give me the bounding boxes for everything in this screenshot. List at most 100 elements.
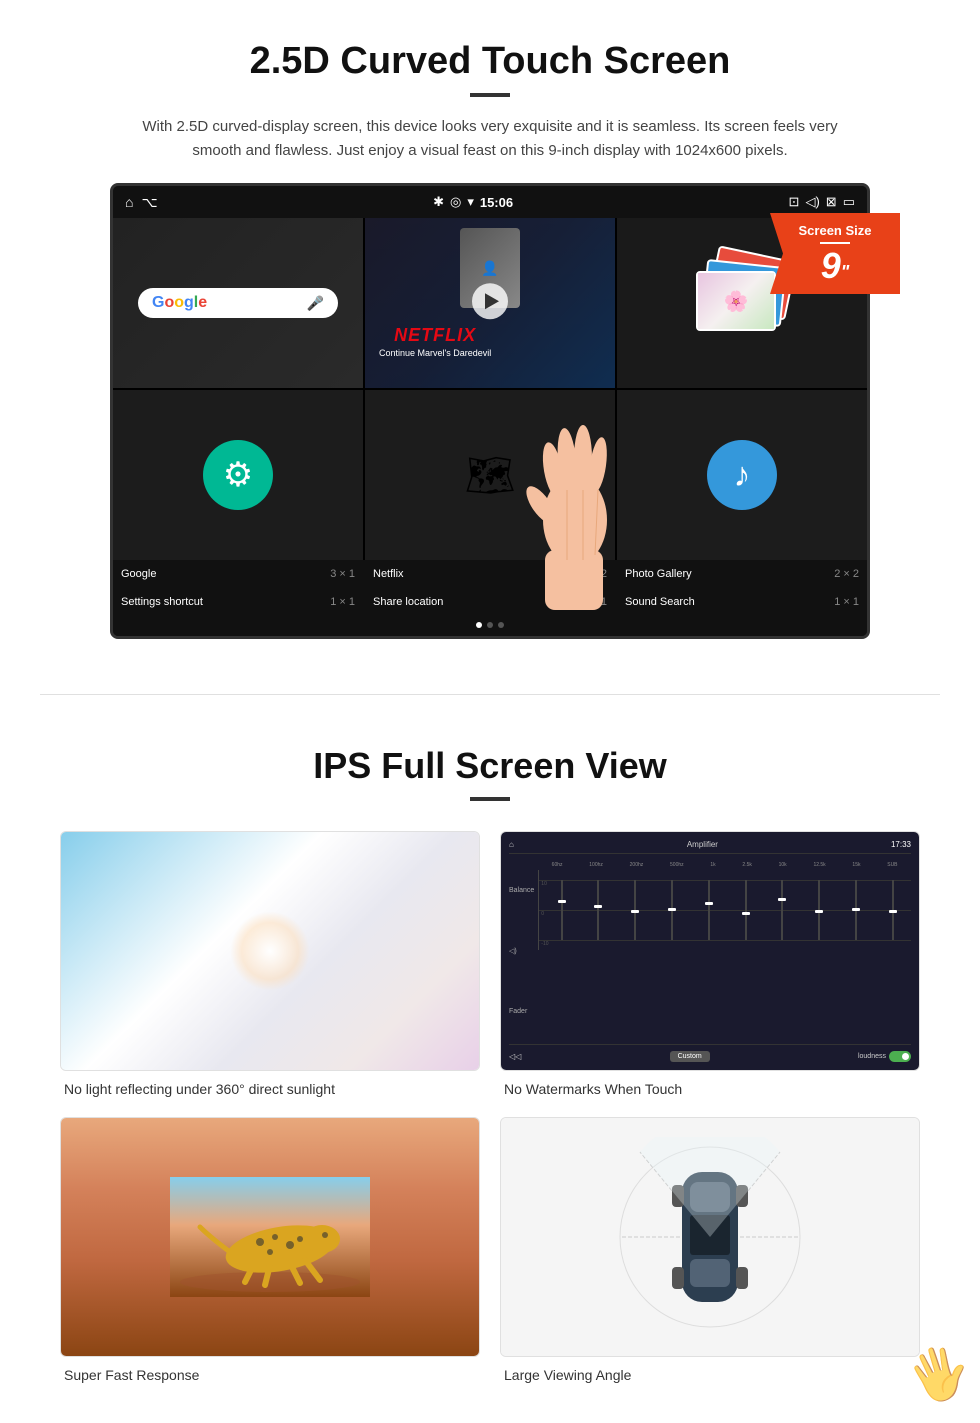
amp-loudness-toggle: [889, 1051, 911, 1062]
amp-eq-sliders: 10 0 -10: [538, 870, 911, 950]
hand-svg: [515, 360, 635, 610]
car-top-svg: [610, 1137, 810, 1337]
feature-label-response: Super Fast Response: [60, 1367, 480, 1383]
sky-visual: [61, 832, 479, 1070]
freq-1k: 1k: [710, 862, 715, 868]
badge-size: 9": [821, 245, 850, 286]
slider-thumb-7: [778, 898, 786, 901]
slider-track-8: [818, 880, 820, 940]
feature-image-amplifier: ⌂ Amplifier 17:33 Balance ◁) Fader: [500, 831, 920, 1071]
netflix-logo-text: NETFLIX: [379, 325, 491, 346]
slider-track-6: [745, 880, 747, 940]
gallery-stack: 🌸: [692, 253, 792, 353]
app-cell-share[interactable]: 🗺: [365, 390, 615, 560]
sound-circle: ♪: [707, 440, 777, 510]
amp-bottom-bar: ◁◁ Custom loudness: [509, 1044, 911, 1062]
google-search-bar[interactable]: Google 🎤: [138, 288, 338, 318]
status-left: ⌂ ⌥: [125, 194, 158, 211]
feature-image-sky: [60, 831, 480, 1071]
sound-label-cell: Sound Search 1 × 1: [617, 594, 867, 610]
slider-thumb-4: [668, 908, 676, 911]
app-labels-row-2: Settings shortcut 1 × 1 Share location 1…: [113, 588, 867, 616]
section1: 2.5D Curved Touch Screen With 2.5D curve…: [0, 0, 980, 664]
play-button[interactable]: [472, 283, 508, 319]
gallery-card-3: 🌸: [696, 271, 776, 331]
section2: IPS Full Screen View No light reflecting…: [0, 725, 980, 1423]
slider-thumb-6: [742, 912, 750, 915]
netflix-subtitle: Continue Marvel's Daredevil: [379, 348, 491, 358]
freq-2-5k: 2.5k: [742, 862, 751, 868]
slider-track-10: [892, 880, 894, 940]
app-cell-sound[interactable]: ♪: [617, 390, 867, 560]
mic-icon: 🎤: [307, 295, 324, 312]
freq-200hz: 200hz: [630, 862, 644, 868]
app-grid: Google 🎤 👤: [113, 218, 867, 560]
feature-image-cheetah: [60, 1117, 480, 1357]
amp-sliders-area: Balance ◁) Fader 60hz 100hz 200hz: [509, 858, 911, 1040]
app-cell-google[interactable]: Google 🎤: [113, 218, 363, 388]
volume-icon: ◁): [805, 194, 819, 210]
feature-label-watermarks: No Watermarks When Touch: [500, 1081, 920, 1097]
freq-sub: SUB: [887, 862, 897, 868]
netflix-label: NETFLIX Continue Marvel's Daredevil: [379, 325, 491, 358]
slider-thumb-3: [631, 910, 639, 913]
settings-app-name: Settings shortcut: [121, 596, 203, 608]
amp-title: Amplifier: [687, 840, 718, 849]
slider-track-4: [671, 880, 673, 940]
bluetooth-icon: ✱: [433, 194, 444, 210]
sound-app-size: 1 × 1: [834, 596, 859, 608]
feature-label-sunlight: No light reflecting under 360° direct su…: [60, 1081, 480, 1097]
section2-divider: [470, 797, 510, 801]
section1-desc: With 2.5D curved-display screen, this de…: [140, 115, 840, 163]
hand-illustration: [515, 360, 635, 560]
amp-loudness-area: loudness: [858, 1051, 911, 1062]
feature-item-watermarks: ⌂ Amplifier 17:33 Balance ◁) Fader: [500, 831, 920, 1097]
feature-image-car: [500, 1117, 920, 1357]
slider-thumb-1: [558, 900, 566, 903]
music-note-icon: ♪: [734, 456, 751, 495]
settings-label-cell: Settings shortcut 1 × 1: [113, 594, 363, 610]
android-mockup: ⌂ ⌥ ✱ ◎ ▾ 15:06 ⊡ ◁) ⊠ ▭: [110, 183, 870, 639]
play-triangle-icon: [485, 293, 499, 309]
netflix-app-name: Netflix: [373, 568, 404, 580]
freq-15k: 15k: [852, 862, 860, 868]
feature-item-sunlight: No light reflecting under 360° direct su…: [60, 831, 480, 1097]
status-center: ✱ ◎ ▾ 15:06: [433, 194, 513, 210]
home-icon: ⌂: [125, 194, 133, 210]
badge-label: Screen Size: [784, 223, 886, 238]
slider-thumb-5: [705, 902, 713, 905]
feature-grid: No light reflecting under 360° direct su…: [60, 831, 920, 1383]
status-right: ⊡ ◁) ⊠ ▭: [789, 194, 855, 210]
cheetah-svg: [170, 1177, 370, 1297]
slider-thumb-2: [594, 905, 602, 908]
dot-1: [476, 622, 482, 628]
feature-item-response: Super Fast Response: [60, 1117, 480, 1383]
google-app-name: Google: [121, 568, 156, 580]
section1-title: 2.5D Curved Touch Screen: [80, 40, 900, 83]
screen-mockup-wrapper: Screen Size 9" ⌂ ⌥ ✱ ◎ ▾ 15:06: [80, 183, 900, 639]
google-label-cell: Google 3 × 1: [113, 566, 363, 582]
gallery-flower: 🌸: [698, 273, 774, 329]
amp-loudness-label: loudness: [858, 1053, 886, 1060]
app-cell-settings[interactable]: ⚙: [113, 390, 363, 560]
slider-track-2: [597, 880, 599, 940]
app-labels-row: Google 3 × 1 Netflix 3 × 2 Photo Gallery…: [113, 560, 867, 588]
slider-track-7: [781, 880, 783, 940]
wifi-icon: ▾: [467, 194, 474, 210]
freq-12-5k: 12.5k: [813, 862, 825, 868]
slider-thumb-8: [815, 910, 823, 913]
google-logo: Google: [152, 294, 207, 312]
section-divider: [40, 694, 940, 695]
location-icon: ◎: [450, 194, 461, 210]
dot-3: [498, 622, 504, 628]
share-app-name: Share location: [373, 596, 443, 608]
amp-freq-labels: 60hz 100hz 200hz 500hz 1k 2.5k 10k 12.5k…: [538, 862, 911, 868]
usb-icon: ⌥: [141, 194, 157, 211]
screen-icon: ▭: [843, 194, 855, 210]
freq-60hz: 60hz: [552, 862, 563, 868]
settings-icon-circle: ⚙: [203, 440, 273, 510]
slider-track-5: [708, 880, 710, 940]
gear-icon: ⚙: [223, 455, 253, 495]
amp-vol-icon: ◁): [509, 947, 534, 955]
slider-track-1: [561, 880, 563, 940]
